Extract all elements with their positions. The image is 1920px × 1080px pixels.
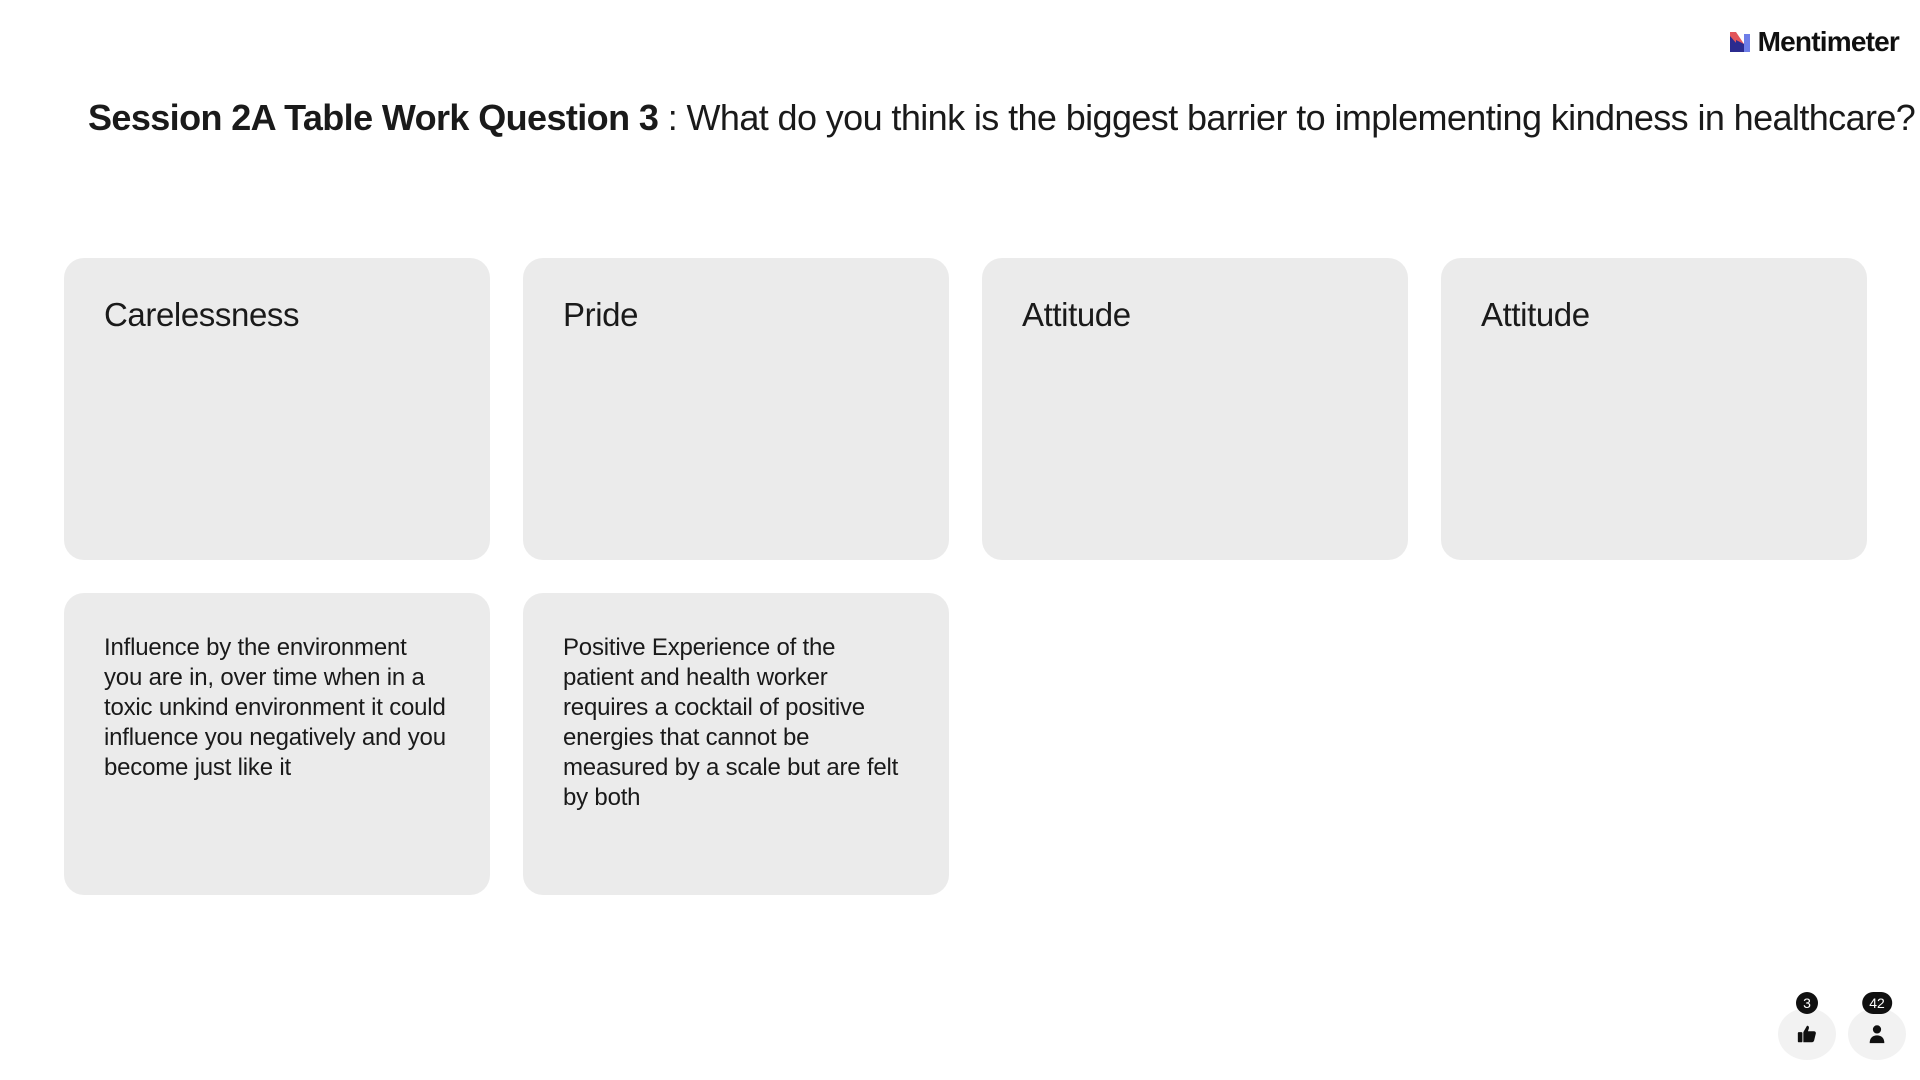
response-text: Attitude [1022, 296, 1131, 333]
response-text: Attitude [1481, 296, 1590, 333]
person-icon [1869, 1025, 1885, 1044]
reactions-count-badge: 3 [1796, 992, 1818, 1014]
brand-name: Mentimeter [1757, 26, 1900, 57]
response-card: Influence by the environment you are in,… [64, 593, 490, 895]
participants-count-badge: 42 [1862, 992, 1892, 1014]
response-text: Influence by the environment you are in,… [104, 634, 446, 781]
mentimeter-logo-icon [1729, 32, 1750, 52]
slide: Mentimeter Session 2A Table Work Questio… [0, 0, 1920, 1080]
response-card: Positive Experience of the patient and h… [523, 593, 949, 895]
response-card: Carelessness [64, 258, 490, 560]
response-card: Attitude [1441, 258, 1867, 560]
audience-stats: 3 42 [1778, 992, 1906, 1060]
response-grid: Carelessness Pride Attitude Attitude Inf… [64, 258, 1867, 895]
participants-button[interactable]: 42 [1848, 992, 1906, 1060]
thumbs-up-icon [1797, 1025, 1816, 1043]
brand: Mentimeter [1729, 26, 1900, 58]
question-text: What do you think is the biggest barrier… [686, 97, 1916, 138]
response-card: Attitude [982, 258, 1408, 560]
question-title: Session 2A Table Work Question 3 [88, 97, 659, 138]
response-text: Pride [563, 296, 639, 333]
response-text: Positive Experience of the patient and h… [563, 634, 899, 811]
reactions-button[interactable]: 3 [1778, 992, 1836, 1060]
response-text: Carelessness [104, 296, 300, 333]
response-card: Pride [523, 258, 949, 560]
question-separator: : [658, 97, 687, 138]
question-heading: Session 2A Table Work Question 3 : What … [88, 95, 1916, 141]
